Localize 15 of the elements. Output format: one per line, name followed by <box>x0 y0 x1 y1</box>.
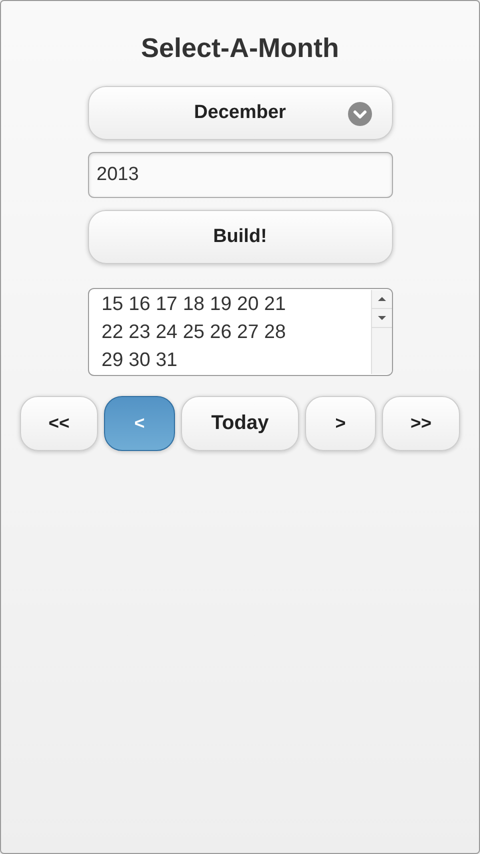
chevron-down-icon <box>348 102 372 126</box>
calendar-text-line: 15 16 17 18 19 20 21 <box>102 292 287 317</box>
build-button[interactable]: Build! <box>88 210 392 264</box>
calendar-text-area[interactable]: 15 16 17 18 19 20 21 22 23 24 25 26 27 28 29 30 31 <box>88 288 392 376</box>
calendar-text-line: 29 30 31 <box>102 348 178 373</box>
scroll-down-icon[interactable] <box>378 315 386 321</box>
scroll-up-icon[interactable] <box>378 296 386 302</box>
nav-button[interactable]: >> <box>382 396 460 451</box>
page-title: Select-A-Month <box>141 33 339 64</box>
nav-button[interactable]: > <box>305 396 376 451</box>
calendar-text-line: 22 23 24 25 26 27 28 <box>102 320 287 345</box>
nav-button[interactable]: Today <box>181 396 299 451</box>
nav-button[interactable]: << <box>20 396 98 451</box>
month-select[interactable]: December <box>88 86 392 140</box>
year-field[interactable]: 2013 <box>88 152 392 198</box>
